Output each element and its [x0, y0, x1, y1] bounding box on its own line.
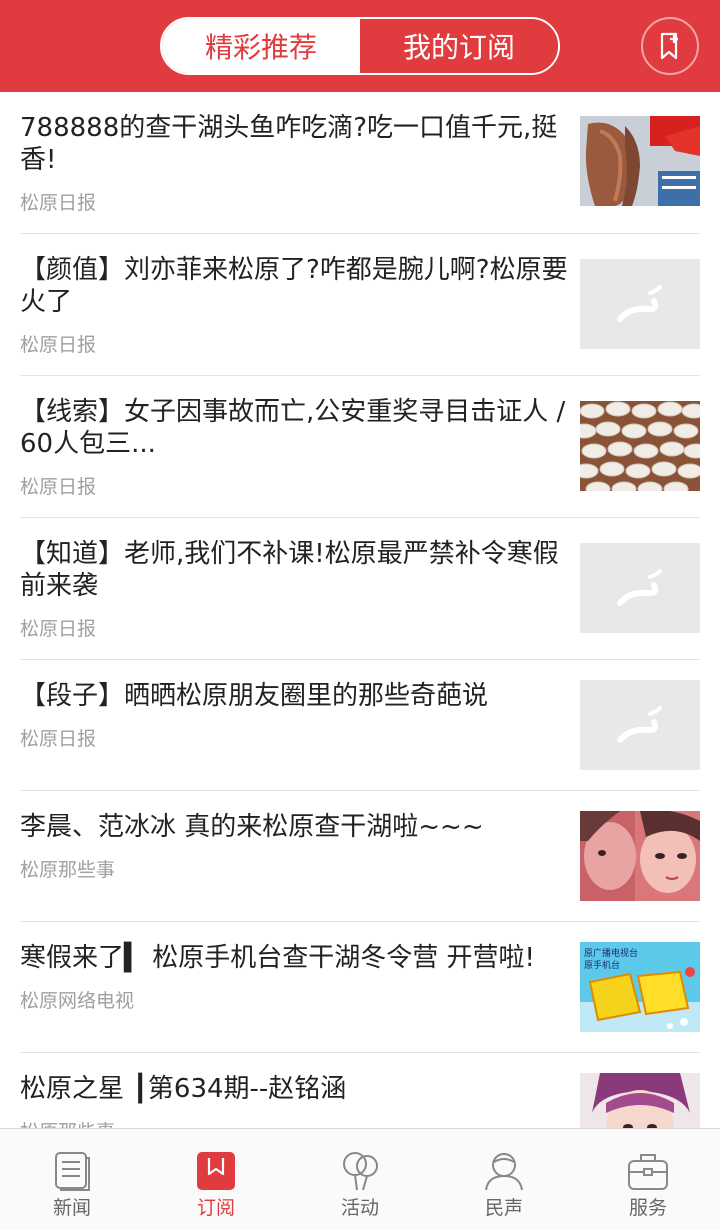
tab-my-subscriptions[interactable]: 我的订阅 — [360, 19, 558, 73]
bottom-tab-bar: 新闻 订阅 活动 民声 服务 — [0, 1128, 720, 1230]
article-title: 松原之星 ┃第634期--赵铭涵 — [20, 1074, 347, 1104]
tab-services-label: 服务 — [628, 1197, 667, 1219]
banner-text-1: 原广播电视台 — [584, 947, 638, 959]
subscribe-icon — [194, 1149, 238, 1193]
tab-services[interactable]: 服务 — [576, 1129, 720, 1230]
list-item[interactable]: 松原之星 ┃第634期--赵铭涵 松原那些事 — [20, 1053, 700, 1128]
article-source: 松原日报 — [20, 334, 97, 356]
list-item[interactable]: 寒假来了▍ 松原手机台查干湖冬令营 开营啦! 松原网络电视 原广播电视台 原手机… — [20, 922, 700, 1053]
article-source: 松原日报 — [20, 192, 97, 214]
article-list: 788888的查干湖头鱼咋吃滴?吃一口值千元,挺香! 松原日报 【颜值】刘亦菲来… — [0, 92, 720, 1128]
article-thumbnail — [580, 401, 700, 491]
article-title: 【知道】老师,我们不补课!松原最严禁补令寒假前来袭 — [20, 539, 559, 601]
list-item[interactable]: 李晨、范冰冰 真的来松原查干湖啦~~~ 松原那些事 — [20, 791, 700, 922]
article-source: 松原日报 — [20, 618, 97, 640]
tab-subscribe-label: 订阅 — [196, 1197, 235, 1219]
tab-subscribe[interactable]: 订阅 — [144, 1129, 288, 1230]
tab-news-label: 新闻 — [52, 1197, 91, 1219]
list-item[interactable]: 【线索】女子因事故而亡,公安重奖寻目击证人 / 60人包三... 松原日报 — [20, 376, 700, 518]
tab-voice[interactable]: 民声 — [432, 1129, 576, 1230]
article-thumbnail-placeholder — [580, 259, 700, 349]
banner-text-2: 原手机台 — [584, 959, 620, 971]
list-item[interactable]: 788888的查干湖头鱼咋吃滴?吃一口值千元,挺香! 松原日报 — [20, 92, 700, 234]
list-item[interactable]: 【段子】晒晒松原朋友圈里的那些奇葩说 松原日报 — [20, 660, 700, 791]
news-icon — [50, 1149, 94, 1193]
tab-activities[interactable]: 活动 — [288, 1129, 432, 1230]
article-source: 松原日报 — [20, 476, 97, 498]
tab-activities-label: 活动 — [340, 1197, 379, 1219]
article-source: 松原那些事 — [20, 1117, 115, 1128]
article-source: 松原日报 — [20, 728, 97, 750]
segmented-control: 精彩推荐 我的订阅 — [160, 17, 560, 75]
article-title: 【线索】女子因事故而亡,公安重奖寻目击证人 / 60人包三... — [20, 397, 566, 459]
bookmark-add-icon — [660, 32, 678, 60]
person-icon — [482, 1149, 526, 1193]
tab-featured[interactable]: 精彩推荐 — [162, 19, 360, 73]
list-item[interactable]: 【知道】老师,我们不补课!松原最严禁补令寒假前来袭 松原日报 — [20, 518, 700, 660]
balloons-icon — [338, 1149, 382, 1193]
article-thumbnail: 原广播电视台 原手机台 — [580, 942, 700, 1032]
top-bar: 精彩推荐 我的订阅 — [0, 0, 720, 92]
article-title: 【段子】晒晒松原朋友圈里的那些奇葩说 — [20, 681, 489, 711]
article-title: 788888的查干湖头鱼咋吃滴?吃一口值千元,挺香! — [20, 113, 558, 175]
article-thumbnail — [580, 116, 700, 206]
article-title: 李晨、范冰冰 真的来松原查干湖啦~~~ — [20, 812, 484, 842]
tab-news[interactable]: 新闻 — [0, 1129, 144, 1230]
tab-voice-label: 民声 — [484, 1197, 523, 1219]
article-thumbnail-placeholder — [580, 543, 700, 633]
article-source: 松原网络电视 — [20, 990, 135, 1012]
article-thumbnail — [580, 1073, 700, 1128]
article-source: 松原那些事 — [20, 859, 116, 881]
placeholder-logo-icon — [617, 706, 662, 743]
placeholder-logo-icon — [617, 569, 662, 606]
article-thumbnail-placeholder — [580, 680, 700, 770]
placeholder-logo-icon — [617, 285, 662, 322]
article-thumbnail — [580, 811, 700, 901]
list-item[interactable]: 【颜值】刘亦菲来松原了?咋都是腕儿啊?松原要火了 松原日报 — [20, 234, 700, 376]
briefcase-icon — [626, 1149, 670, 1193]
article-title: 【颜值】刘亦菲来松原了?咋都是腕儿啊?松原要火了 — [20, 255, 568, 317]
bookmark-add-button[interactable] — [641, 17, 699, 75]
article-title: 寒假来了▍ 松原手机台查干湖冬令营 开营啦! — [20, 943, 535, 973]
